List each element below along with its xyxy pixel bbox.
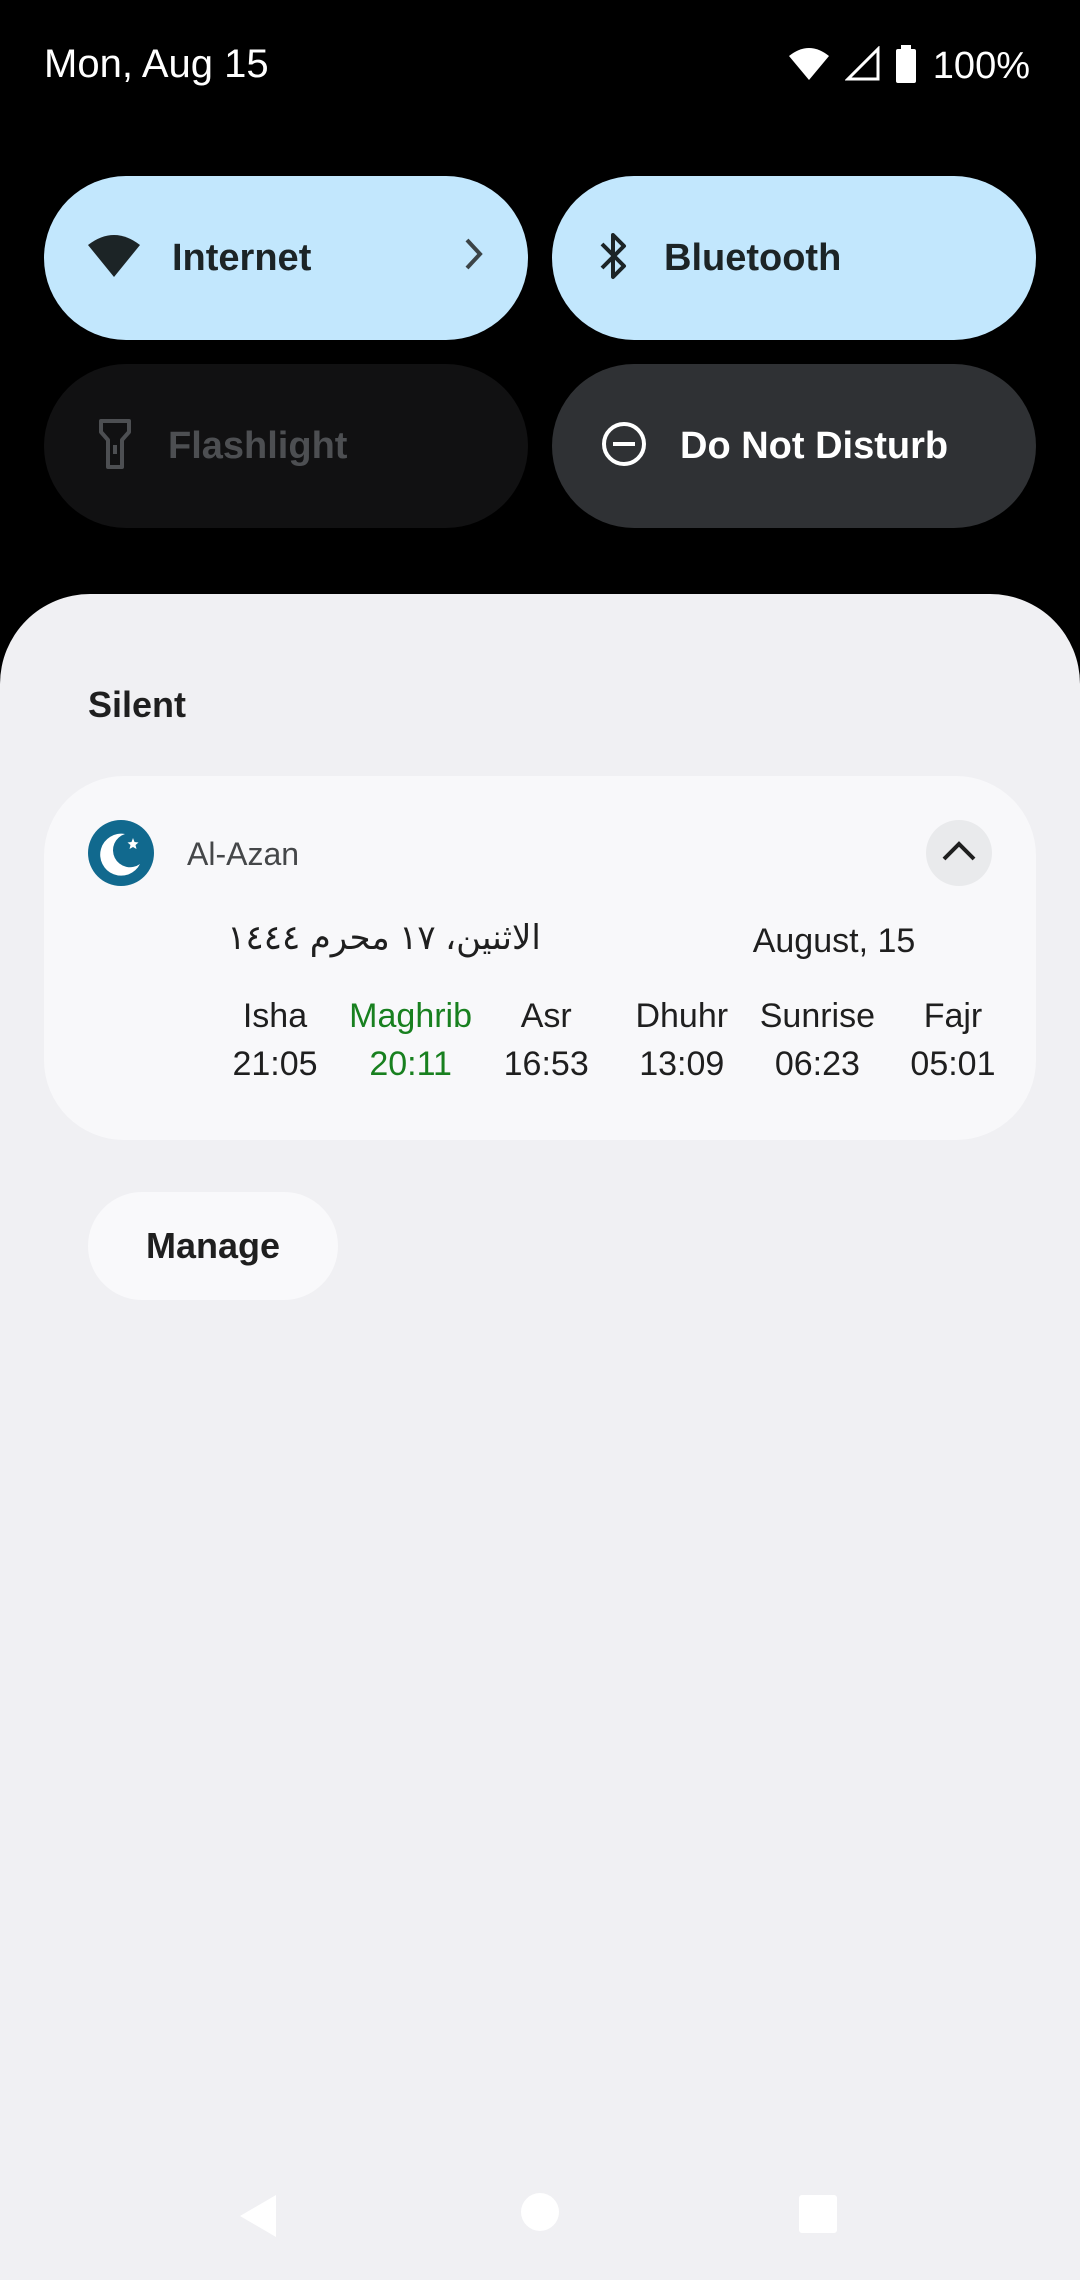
home-icon[interactable] [520,2192,560,2237]
prayer-maghrib: Maghrib 20:11 [344,992,478,1088]
chevron-right-icon [462,234,486,279]
battery-percentage: 100% [932,44,1030,87]
prayer-sunrise: Sunrise 06:23 [750,992,884,1088]
notification-card-al-azan[interactable]: Al-Azan الاثنين، ١٧ محرم ١٤٤٤ August, 15… [44,776,1036,1140]
gregorian-date: August, 15 [752,922,916,960]
app-name: Al-Azan [187,836,300,872]
prayer-times-row: Isha 21:05 Maghrib 20:11 Asr 16:53 Dhuhr… [208,992,1020,1088]
hijri-date: الاثنين، ١٧ محرم ١٤٤٤ [227,919,541,957]
notification-shade: Silent Al-Azan الاثنين، ١٧ محرم ١٤٤٤ Aug… [0,594,1080,2280]
al-azan-app-icon [88,820,154,886]
navigation-bar [0,2150,1080,2280]
tile-flashlight-label: Flashlight [168,424,348,467]
prayer-name: Asr [520,997,572,1035]
tile-internet[interactable]: Internet [44,176,528,340]
prayer-name: Fajr [923,997,983,1035]
tile-bluetooth-label: Bluetooth [664,236,842,279]
prayer-fajr: Fajr 05:01 [886,992,1020,1088]
prayer-name: Dhuhr [635,997,729,1035]
tile-do-not-disturb-label: Do Not Disturb [680,424,949,467]
wifi-icon [787,46,831,87]
prayer-asr: Asr 16:53 [479,992,613,1088]
prayer-name: Maghrib [349,997,473,1035]
prayer-isha: Isha 21:05 [208,992,342,1088]
tile-bluetooth[interactable]: Bluetooth [552,176,1036,340]
prayer-time: 06:23 [774,1045,860,1083]
back-icon[interactable] [236,2192,280,2245]
bluetooth-icon [594,228,634,289]
status-date: Mon, Aug 15 [44,42,269,86]
prayer-time: 16:53 [503,1045,589,1083]
tile-flashlight[interactable]: Flashlight [44,364,528,528]
tile-internet-label: Internet [172,236,312,279]
prayer-time: 20:11 [369,1045,452,1083]
prayer-name: Sunrise [759,997,876,1035]
tile-do-not-disturb[interactable]: Do Not Disturb [552,364,1036,528]
prayer-time: 21:05 [232,1045,318,1083]
manage-button[interactable]: Manage [88,1192,338,1300]
flashlight-icon [98,418,132,475]
status-bar: Mon, Aug 15 100% [0,0,1080,130]
status-icons: 100% [787,44,1030,88]
section-title-silent: Silent [88,684,187,725]
prayer-time: 05:01 [910,1045,996,1083]
collapse-button[interactable] [926,820,992,886]
recents-icon[interactable] [798,2194,838,2239]
battery-icon [895,44,917,88]
chevron-up-icon [939,838,979,869]
prayer-time: 13:09 [639,1045,725,1083]
do-not-disturb-icon [600,420,648,473]
wifi-icon [86,233,142,284]
prayer-dhuhr: Dhuhr 13:09 [615,992,749,1088]
prayer-name: Isha [242,997,308,1035]
cellular-signal-icon [844,44,881,87]
